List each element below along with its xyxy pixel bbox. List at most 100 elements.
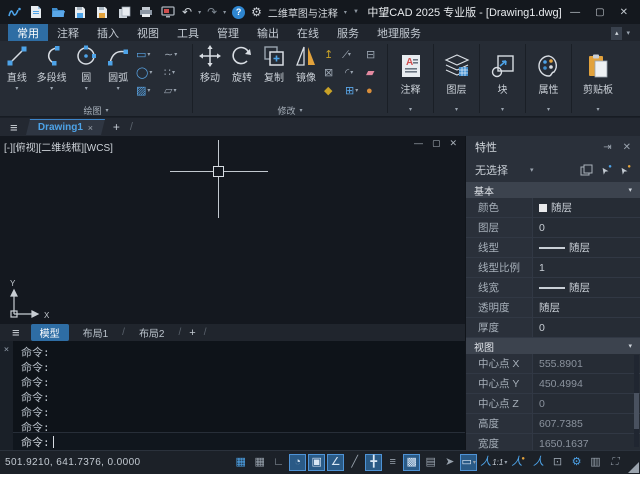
block-button[interactable]: 块: [490, 50, 516, 96]
save-as-button[interactable]: [94, 4, 110, 20]
layout-menu-icon[interactable]: ≡: [6, 325, 26, 340]
tab-view[interactable]: 视图: [128, 24, 168, 41]
maximize-button[interactable]: ▢: [595, 7, 604, 18]
ortho-toggle[interactable]: ∟: [270, 454, 287, 471]
quick-select-icon[interactable]: [580, 164, 593, 177]
line-button[interactable]: 直线 ▾: [1, 42, 33, 92]
copy-button[interactable]: [116, 4, 132, 20]
property-value[interactable]: 1: [532, 258, 640, 277]
property-row-height[interactable]: 高度 607.7385: [466, 414, 640, 434]
scale-button[interactable]: ⊠: [324, 65, 342, 81]
layers-button[interactable]: 图层: [444, 50, 470, 96]
line-caret-icon[interactable]: ▾: [15, 85, 18, 92]
workspace-gear-icon[interactable]: ⚙: [251, 5, 262, 19]
property-row-color[interactable]: 颜色 随层: [466, 198, 640, 218]
tab-tools[interactable]: 工具: [168, 24, 208, 41]
lineweight-toggle[interactable]: ≡: [384, 454, 401, 471]
print-button[interactable]: [138, 4, 154, 20]
tab-model[interactable]: 模型: [31, 324, 69, 341]
move-button[interactable]: 移动: [194, 42, 226, 84]
trim-button[interactable]: ∕▾: [345, 47, 363, 63]
save-button[interactable]: [72, 4, 88, 20]
spline-button[interactable]: ∼▾: [164, 47, 189, 63]
rectangle-caret-icon[interactable]: ▾: [147, 52, 150, 58]
dynamic-input-toggle[interactable]: ▭▾: [460, 454, 477, 471]
trim-caret-icon[interactable]: ▾: [348, 52, 351, 58]
modify-panel-footer[interactable]: 修改 ▾: [193, 104, 387, 117]
annotation-scale-control[interactable]: 人1:1▾: [479, 454, 508, 471]
minimize-button[interactable]: —: [570, 7, 580, 18]
drawing-minimize-icon[interactable]: —: [414, 138, 423, 149]
clipboard-button[interactable]: 剪贴板: [583, 50, 613, 96]
new-file-button[interactable]: [28, 4, 44, 20]
selection-caret-icon[interactable]: ▾: [530, 166, 534, 174]
selection-cycling-toggle[interactable]: ⊡: [549, 454, 566, 471]
annotation-visibility-toggle[interactable]: 人: [530, 454, 547, 471]
erase-button[interactable]: ▰: [366, 65, 384, 81]
osnap-toggle[interactable]: ▣: [308, 454, 325, 471]
tab-output[interactable]: 输出: [248, 24, 288, 41]
ribbon-collapse-icon[interactable]: ▴: [611, 27, 623, 40]
tab-geo[interactable]: 地理服务: [368, 24, 430, 41]
scrollbar-thumb[interactable]: [634, 393, 639, 429]
circle-button[interactable]: 圆 ▾: [70, 42, 102, 92]
annotation-scale-caret-icon[interactable]: ▾: [504, 460, 507, 466]
section-view[interactable]: 视图 ▾: [466, 338, 640, 354]
property-value[interactable]: 0: [532, 318, 640, 337]
select-objects-icon[interactable]: ➤●: [601, 164, 612, 176]
share-screen-button[interactable]: [160, 4, 176, 20]
workspace-name[interactable]: 二维草图与注释: [268, 5, 338, 20]
polar-toggle[interactable]: ◔: [289, 454, 306, 471]
command-close-icon[interactable]: ×: [4, 345, 9, 355]
tab-home[interactable]: 常用: [8, 24, 48, 41]
block-panel-footer[interactable]: ▾: [480, 103, 525, 116]
property-value[interactable]: 随层: [532, 298, 640, 317]
property-row-transparency[interactable]: 透明度 随层: [466, 298, 640, 318]
annotate-panel-footer[interactable]: ▾: [388, 103, 433, 116]
undo-button[interactable]: ↶: [182, 5, 192, 19]
property-row-center-z[interactable]: 中心点 Z 0: [466, 394, 640, 414]
properties-close-icon[interactable]: ✕: [623, 142, 631, 153]
command-window[interactable]: × 命令: 命令: 命令: 命令: 命令: 命令: 命令:: [0, 341, 465, 450]
selection-cursor-toggle[interactable]: ➤: [441, 454, 458, 471]
isolate-objects-toggle[interactable]: ▥: [587, 454, 604, 471]
snap-tracking-toggle[interactable]: ╋: [365, 454, 382, 471]
property-row-layer[interactable]: 图层 0: [466, 218, 640, 238]
redo-dropdown-icon[interactable]: ▾: [223, 9, 226, 16]
autohide-pin-icon[interactable]: ⇥: [603, 142, 611, 153]
otrack-toggle[interactable]: ╱: [346, 454, 363, 471]
property-value[interactable]: 随层: [532, 278, 640, 297]
property-row-linetype-scale[interactable]: 线型比例 1: [466, 258, 640, 278]
array-caret-icon[interactable]: ▾: [355, 88, 358, 94]
dynamic-input-caret-icon[interactable]: ▾: [473, 460, 476, 466]
redo-button[interactable]: ↷: [207, 5, 217, 19]
add-layout-button[interactable]: +: [186, 327, 198, 339]
settings-button[interactable]: ⚙: [568, 454, 585, 471]
tab-layout1[interactable]: 布局1: [74, 324, 118, 341]
annotation-autoscale-toggle[interactable]: 人●: [510, 454, 528, 471]
open-file-button[interactable]: [50, 4, 66, 20]
help-icon[interactable]: ?: [232, 6, 245, 19]
property-value[interactable]: 随层: [532, 198, 640, 217]
toggle-pickadd-icon[interactable]: ➤●: [620, 164, 631, 176]
break-button[interactable]: ●: [366, 83, 384, 99]
section-basic-caret-icon[interactable]: ▾: [628, 186, 632, 194]
properties-scrollbar[interactable]: [634, 355, 639, 447]
rectangle-button[interactable]: ▭▾: [136, 47, 161, 63]
viewport-controls[interactable]: [-][俯视][二维线框][WCS]: [4, 139, 113, 154]
tab-layout2[interactable]: 布局2: [130, 324, 174, 341]
circle-caret-icon[interactable]: ▾: [85, 85, 88, 92]
rotate-button[interactable]: 旋转: [226, 42, 258, 84]
properties-panel-footer[interactable]: ▾: [526, 103, 571, 116]
new-document-tab-button[interactable]: +: [103, 120, 130, 134]
osnap-3d-toggle[interactable]: ∠: [327, 454, 344, 471]
tab-services[interactable]: 服务: [328, 24, 368, 41]
undo-dropdown-icon[interactable]: ▾: [198, 9, 201, 16]
point-button[interactable]: ∷▾: [164, 65, 189, 81]
document-tab-close-icon[interactable]: ×: [87, 123, 92, 133]
document-menu-icon[interactable]: ≡: [0, 120, 28, 135]
property-value[interactable]: 随层: [532, 238, 640, 257]
offset-button[interactable]: ⊟: [366, 47, 384, 63]
stretch-button[interactable]: ↥: [324, 47, 342, 63]
region-caret-icon[interactable]: ▾: [173, 88, 176, 94]
